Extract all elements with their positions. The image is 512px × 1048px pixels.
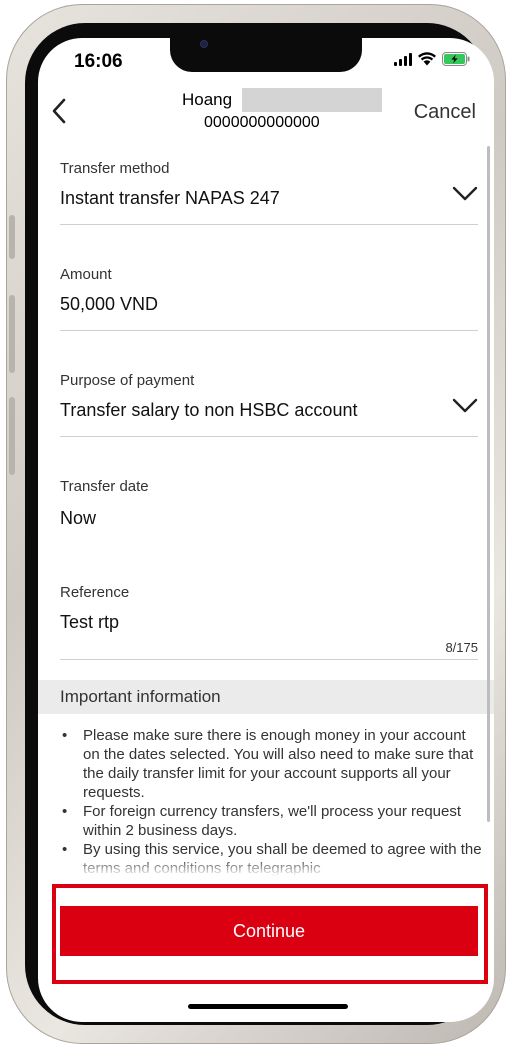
amount-field[interactable]: Amount 50,000 VND bbox=[60, 266, 478, 332]
status-time: 16:06 bbox=[74, 51, 123, 72]
front-camera bbox=[200, 40, 208, 48]
scroll-fade bbox=[38, 858, 494, 876]
reference-char-counter: 8/175 bbox=[445, 640, 478, 655]
info-item: For foreign currency transfers, we'll pr… bbox=[60, 802, 484, 840]
amount-label: Amount bbox=[60, 266, 112, 283]
battery-charging-icon bbox=[442, 52, 470, 66]
recipient-account-number: 0000000000000 bbox=[204, 114, 320, 131]
purpose-of-payment-select[interactable]: Purpose of payment Transfer salary to no… bbox=[60, 372, 478, 438]
signal-bars-icon bbox=[394, 52, 412, 66]
chevron-down-icon bbox=[452, 186, 478, 201]
purpose-label: Purpose of payment bbox=[60, 372, 195, 389]
reference-value: Test rtp bbox=[60, 612, 120, 632]
important-info-list: Please make sure there is enough money i… bbox=[60, 726, 484, 876]
cancel-button[interactable]: Cancel bbox=[414, 101, 476, 124]
transfer-method-select[interactable]: Transfer method Instant transfer NAPAS 2… bbox=[60, 160, 478, 226]
reference-label: Reference bbox=[60, 584, 130, 601]
purpose-value: Transfer salary to non HSBC account bbox=[60, 400, 358, 420]
chevron-left-icon bbox=[52, 98, 66, 124]
home-indicator[interactable] bbox=[188, 1004, 348, 1009]
reference-field[interactable]: Reference Test rtp 8/175 bbox=[60, 584, 478, 660]
redacted-surname bbox=[242, 88, 382, 112]
wifi-icon bbox=[418, 52, 436, 66]
transfer-date-value: Now bbox=[60, 508, 97, 528]
transfer-method-label: Transfer method bbox=[60, 160, 170, 177]
field-underline bbox=[60, 224, 478, 225]
app-screen: 16:06 Hoang 0000000000000 Cancel Transfe… bbox=[38, 38, 494, 1022]
continue-button[interactable]: Continue bbox=[60, 906, 478, 956]
volume-down-button bbox=[9, 397, 15, 475]
volume-up-button bbox=[9, 295, 15, 373]
field-underline bbox=[60, 659, 478, 660]
important-info-heading: Important information bbox=[38, 680, 494, 714]
transfer-date-label: Transfer date bbox=[60, 478, 149, 495]
info-item: Please make sure there is enough money i… bbox=[60, 726, 484, 802]
camera-notch bbox=[170, 38, 362, 72]
transfer-date-field[interactable]: Transfer date Now bbox=[60, 478, 478, 538]
mute-switch bbox=[9, 215, 15, 259]
amount-value: 50,000 VND bbox=[60, 294, 159, 314]
chevron-down-icon bbox=[452, 398, 478, 413]
back-button[interactable] bbox=[48, 96, 72, 126]
transfer-method-value: Instant transfer NAPAS 247 bbox=[60, 188, 280, 208]
recipient-name: Hoang bbox=[182, 90, 233, 109]
field-underline bbox=[60, 330, 478, 331]
status-icons bbox=[394, 52, 470, 66]
scrollbar[interactable] bbox=[487, 146, 490, 822]
field-underline bbox=[60, 436, 478, 437]
